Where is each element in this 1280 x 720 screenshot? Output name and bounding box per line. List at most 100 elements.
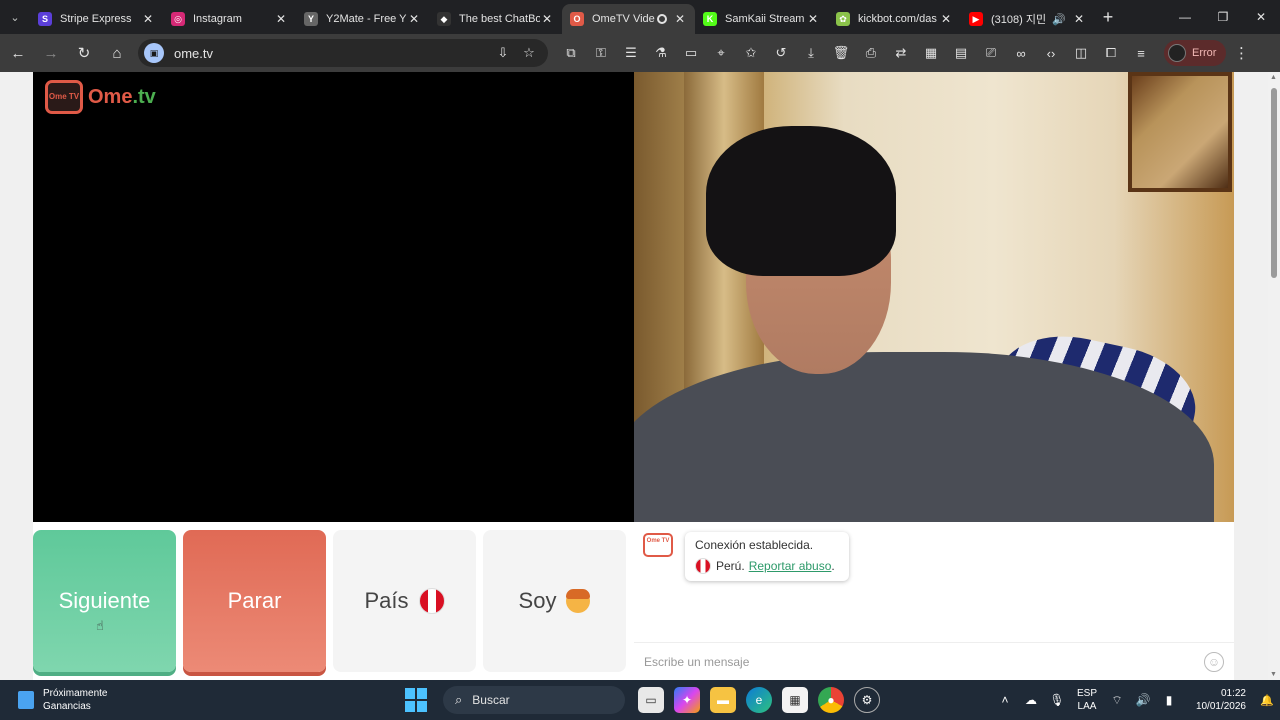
reading-list-icon[interactable]: ☰ xyxy=(616,39,646,67)
tab-close-icon[interactable]: ✕ xyxy=(274,12,288,26)
taskbar-search[interactable]: ⌕ Buscar xyxy=(443,686,625,714)
tab-favicon-icon: ◆ xyxy=(437,12,451,26)
new-tab-button[interactable]: + xyxy=(1094,0,1122,34)
scroll-down-icon[interactable]: ▼ xyxy=(1270,671,1277,678)
back-icon[interactable]: ← xyxy=(3,38,33,68)
download-icon[interactable]: ⤓ xyxy=(796,39,826,67)
url-text[interactable]: ome.tv xyxy=(174,46,490,61)
connection-status: Conexión establecida. xyxy=(695,538,814,552)
close-window-icon[interactable]: ✕ xyxy=(1242,0,1280,34)
notification-bell-icon[interactable]: 🔔 xyxy=(1254,694,1280,707)
browser-tab[interactable]: O OmeTV Vide ✕ xyxy=(562,4,695,34)
translate-icon[interactable]: ⇄ xyxy=(886,39,916,67)
chat-tv-logo-icon: Ome TV xyxy=(643,533,673,557)
tab-search-chevron-icon[interactable]: ⌄ xyxy=(0,0,30,34)
delete-icon[interactable]: 🗑 xyxy=(826,39,856,67)
install-app-icon[interactable]: ⇩ xyxy=(490,40,516,66)
address-bar[interactable]: ▣ ome.tv ⇩ ☆ xyxy=(138,39,548,67)
reload-icon[interactable]: ↻ xyxy=(69,38,99,68)
tab-close-icon[interactable]: ✕ xyxy=(939,12,953,26)
tray-overflow-icon[interactable]: ˄ xyxy=(992,693,1018,707)
input-language[interactable]: ESP LAA xyxy=(1070,687,1104,713)
edge-icon[interactable]: e xyxy=(746,687,772,713)
start-windows-icon[interactable] xyxy=(405,688,429,712)
extensions-puzzle-icon[interactable]: ⧉ xyxy=(556,39,586,67)
location-pin-icon[interactable]: ⌖ xyxy=(706,39,736,67)
task-view-icon[interactable]: ▭ xyxy=(638,687,664,713)
minimize-icon[interactable]: — xyxy=(1166,0,1204,34)
volume-icon[interactable]: 🔊 xyxy=(1130,693,1156,707)
battery-icon[interactable]: ▮ xyxy=(1156,693,1182,707)
next-button[interactable]: Siguiente xyxy=(33,530,176,672)
app-settings-icon[interactable]: ⚙ xyxy=(854,687,880,713)
print-icon[interactable]: ⎙ xyxy=(856,39,886,67)
browser-toolbar: ← → ↻ ⌂ ▣ ome.tv ⇩ ☆ ⧉ ⚿ ☰ ⚗ ▭ ⌖ ✩ ↺ ⤓ 🗑… xyxy=(0,34,1280,72)
forward-icon[interactable]: → xyxy=(36,38,66,68)
history-icon[interactable]: ↺ xyxy=(766,39,796,67)
ometv-logo: Ome TV Ome.tv xyxy=(45,80,156,114)
tab-close-icon[interactable]: ✕ xyxy=(673,12,687,26)
tab-close-icon[interactable]: ✕ xyxy=(1072,12,1086,26)
tab-close-icon[interactable]: ✕ xyxy=(407,12,421,26)
browser-tab[interactable]: S Stripe Express ✕ xyxy=(30,4,163,34)
avatar xyxy=(1168,44,1186,62)
chat-input-bar: ☺ xyxy=(634,642,1234,680)
chrome-icon[interactable]: ● xyxy=(818,687,844,713)
country-button[interactable]: País xyxy=(333,530,476,672)
clock-time: 01:22 xyxy=(1220,688,1246,699)
qr-code-icon[interactable]: ▦ xyxy=(916,39,946,67)
tab-close-icon[interactable]: ✕ xyxy=(540,12,554,26)
reading-mode-icon[interactable]: ▤ xyxy=(946,39,976,67)
clock[interactable]: 01:22 10/01/2026 xyxy=(1182,687,1246,713)
lang-code: ESP xyxy=(1076,688,1097,699)
more-menu-icon[interactable]: ⋮ xyxy=(1226,39,1256,67)
system-tray: ˄ ☁ 🎙 ESP LAA ⌔ 🔊 ▮ 01:22 10/01/2026 🔔 xyxy=(992,680,1280,720)
browser-tab[interactable]: K SamKaii Stream ✕ xyxy=(695,4,828,34)
profile-error-chip[interactable]: Error xyxy=(1164,40,1227,66)
report-abuse-link[interactable]: Reportar abuso xyxy=(749,559,832,573)
home-icon[interactable]: ⌂ xyxy=(102,38,132,68)
window-controls: — ❐ ✕ xyxy=(1166,0,1280,34)
browser-tab[interactable]: ✿ kickbot.com/das ✕ xyxy=(828,4,961,34)
devtools-code-icon[interactable]: ‹› xyxy=(1036,39,1066,67)
scroll-up-icon[interactable]: ▲ xyxy=(1270,74,1277,81)
tv-logo-icon: Ome TV xyxy=(45,80,83,114)
store-icon[interactable]: ▦ xyxy=(782,687,808,713)
payment-card-icon[interactable]: ▭ xyxy=(676,39,706,67)
emoji-picker-icon[interactable]: ☺ xyxy=(1204,651,1224,672)
history-clean-icon[interactable]: ⚗ xyxy=(646,39,676,67)
password-key-icon[interactable]: ⚿ xyxy=(586,39,616,67)
bookmarks-icon[interactable]: ✩ xyxy=(736,39,766,67)
scrollbar-thumb[interactable] xyxy=(1271,88,1277,278)
copy-link-icon[interactable]: ∞ xyxy=(1006,39,1036,67)
restore-icon[interactable]: ❐ xyxy=(1204,0,1242,34)
browser-tab[interactable]: ▶ (3108) 지민 🔊 ✕ xyxy=(961,4,1094,34)
media-controls-icon[interactable]: ≡ xyxy=(1126,39,1156,67)
gender-button-label: Soy xyxy=(518,588,557,613)
tab-close-icon[interactable]: ✕ xyxy=(141,12,155,26)
file-explorer-icon[interactable]: ▬ xyxy=(710,687,736,713)
copilot-icon[interactable]: ✦ xyxy=(674,687,700,713)
cast-icon[interactable]: ⎚ xyxy=(976,39,1006,67)
browser-tab[interactable]: ◆ The best ChatBo ✕ xyxy=(429,4,562,34)
tab-groups-icon[interactable]: ⧠ xyxy=(1096,39,1126,67)
browser-tab[interactable]: Y Y2Mate - Free Y ✕ xyxy=(296,4,429,34)
page-scrollbar[interactable]: ▲ ▼ xyxy=(1268,72,1280,680)
wifi-icon[interactable]: ⌔ xyxy=(1104,693,1130,708)
camera-site-icon[interactable]: ▣ xyxy=(144,43,164,63)
tab-favicon-icon: S xyxy=(38,12,52,26)
widgets-button[interactable]: Próximamente Ganancias xyxy=(18,687,138,713)
message-input[interactable] xyxy=(644,654,1204,669)
stop-button[interactable]: Parar xyxy=(183,530,326,672)
gender-button[interactable]: Soy xyxy=(483,530,626,672)
browser-tab[interactable]: ◎ Instagram ✕ xyxy=(163,4,296,34)
onedrive-icon[interactable]: ☁ xyxy=(1018,693,1044,707)
tab-audio-icon[interactable]: 🔊 xyxy=(1052,13,1066,26)
widget-text: Próximamente Ganancias xyxy=(43,687,107,713)
chat-panel: Ome TV Conexión establecida. Perú. Repor… xyxy=(634,522,1234,680)
bookmark-star-icon[interactable]: ☆ xyxy=(516,40,542,66)
tab-close-icon[interactable]: ✕ xyxy=(806,12,820,26)
side-panel-icon[interactable]: ◫ xyxy=(1066,39,1096,67)
hand-cursor-icon: ☝ xyxy=(96,618,104,633)
microphone-icon[interactable]: 🎙 xyxy=(1044,693,1070,707)
